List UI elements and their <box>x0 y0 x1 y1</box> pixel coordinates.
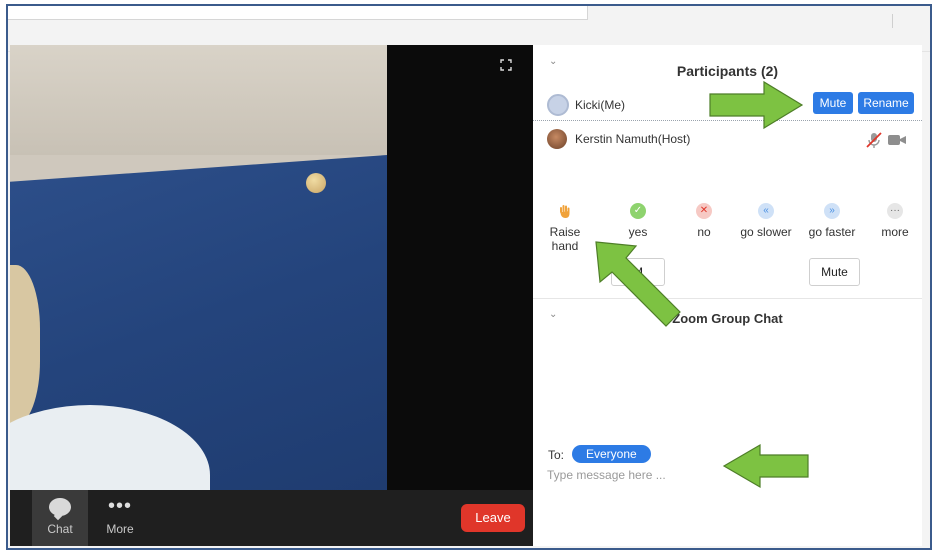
chat-to-label: To: <box>548 448 565 462</box>
video-letterbox <box>387 45 533 490</box>
faster-icon: » <box>824 203 840 219</box>
chat-recipient-dropdown[interactable]: Everyone <box>572 445 651 463</box>
reaction-raise-hand[interactable]: Raise hand <box>535 203 595 253</box>
top-bar-divider <box>892 14 893 28</box>
arrow-annotation-right <box>709 80 804 130</box>
raise-hand-icon <box>560 205 570 218</box>
reaction-go-faster[interactable]: » go faster <box>802 203 862 239</box>
reaction-go-slower[interactable]: « go slower <box>736 203 796 239</box>
arrow-annotation-raise-hand <box>595 241 681 327</box>
mic-muted-icon <box>866 132 882 148</box>
chat-button-label: Chat <box>47 522 73 536</box>
leave-button[interactable]: Leave <box>461 504 525 532</box>
more-button[interactable]: ••• More <box>92 490 148 546</box>
reaction-label: yes <box>628 225 648 239</box>
x-icon: ✕ <box>696 203 712 219</box>
more-button-label: More <box>106 522 134 536</box>
ceiling <box>10 45 387 155</box>
meeting-toolbar: Chat ••• More Leave <box>10 490 533 546</box>
check-icon: ✓ <box>630 203 646 219</box>
ellipsis-icon: ··· <box>887 203 903 219</box>
camera-feed <box>10 45 387 490</box>
wall-light <box>306 173 326 193</box>
rename-button[interactable]: Rename <box>858 92 914 114</box>
participants-title: Participants (2) <box>676 63 779 79</box>
chat-button[interactable]: Chat <box>32 490 88 546</box>
slower-icon: « <box>758 203 774 219</box>
reaction-label: more <box>881 225 909 239</box>
more-icon: ••• <box>107 495 132 517</box>
reaction-label: go slower <box>740 225 792 239</box>
reaction-label: go faster <box>808 225 856 239</box>
mute-all-button[interactable]: Mute <box>809 258 860 286</box>
avatar <box>547 129 567 149</box>
reaction-more[interactable]: ··· more <box>865 203 925 239</box>
reactions-bar: Raise hand ✓ yes ✕ no « go slower » go f… <box>533 203 925 253</box>
participant-name: Kerstin Namuth(Host) <box>575 132 691 146</box>
fullscreen-icon[interactable] <box>500 59 512 71</box>
reaction-yes[interactable]: ✓ yes <box>608 203 668 239</box>
video-area[interactable] <box>10 45 533 490</box>
video-camera-icon <box>888 135 906 145</box>
reaction-label: Raise hand <box>549 225 581 253</box>
reaction-label: no <box>697 225 711 239</box>
chat-icon <box>49 498 71 516</box>
arrow-annotation-chat <box>722 443 809 489</box>
avatar <box>547 94 569 116</box>
reaction-no[interactable]: ✕ no <box>674 203 734 239</box>
participant-name: Kicki(Me) <box>575 98 625 112</box>
top-bar-field <box>8 6 588 20</box>
mute-button[interactable]: Mute <box>813 92 853 114</box>
